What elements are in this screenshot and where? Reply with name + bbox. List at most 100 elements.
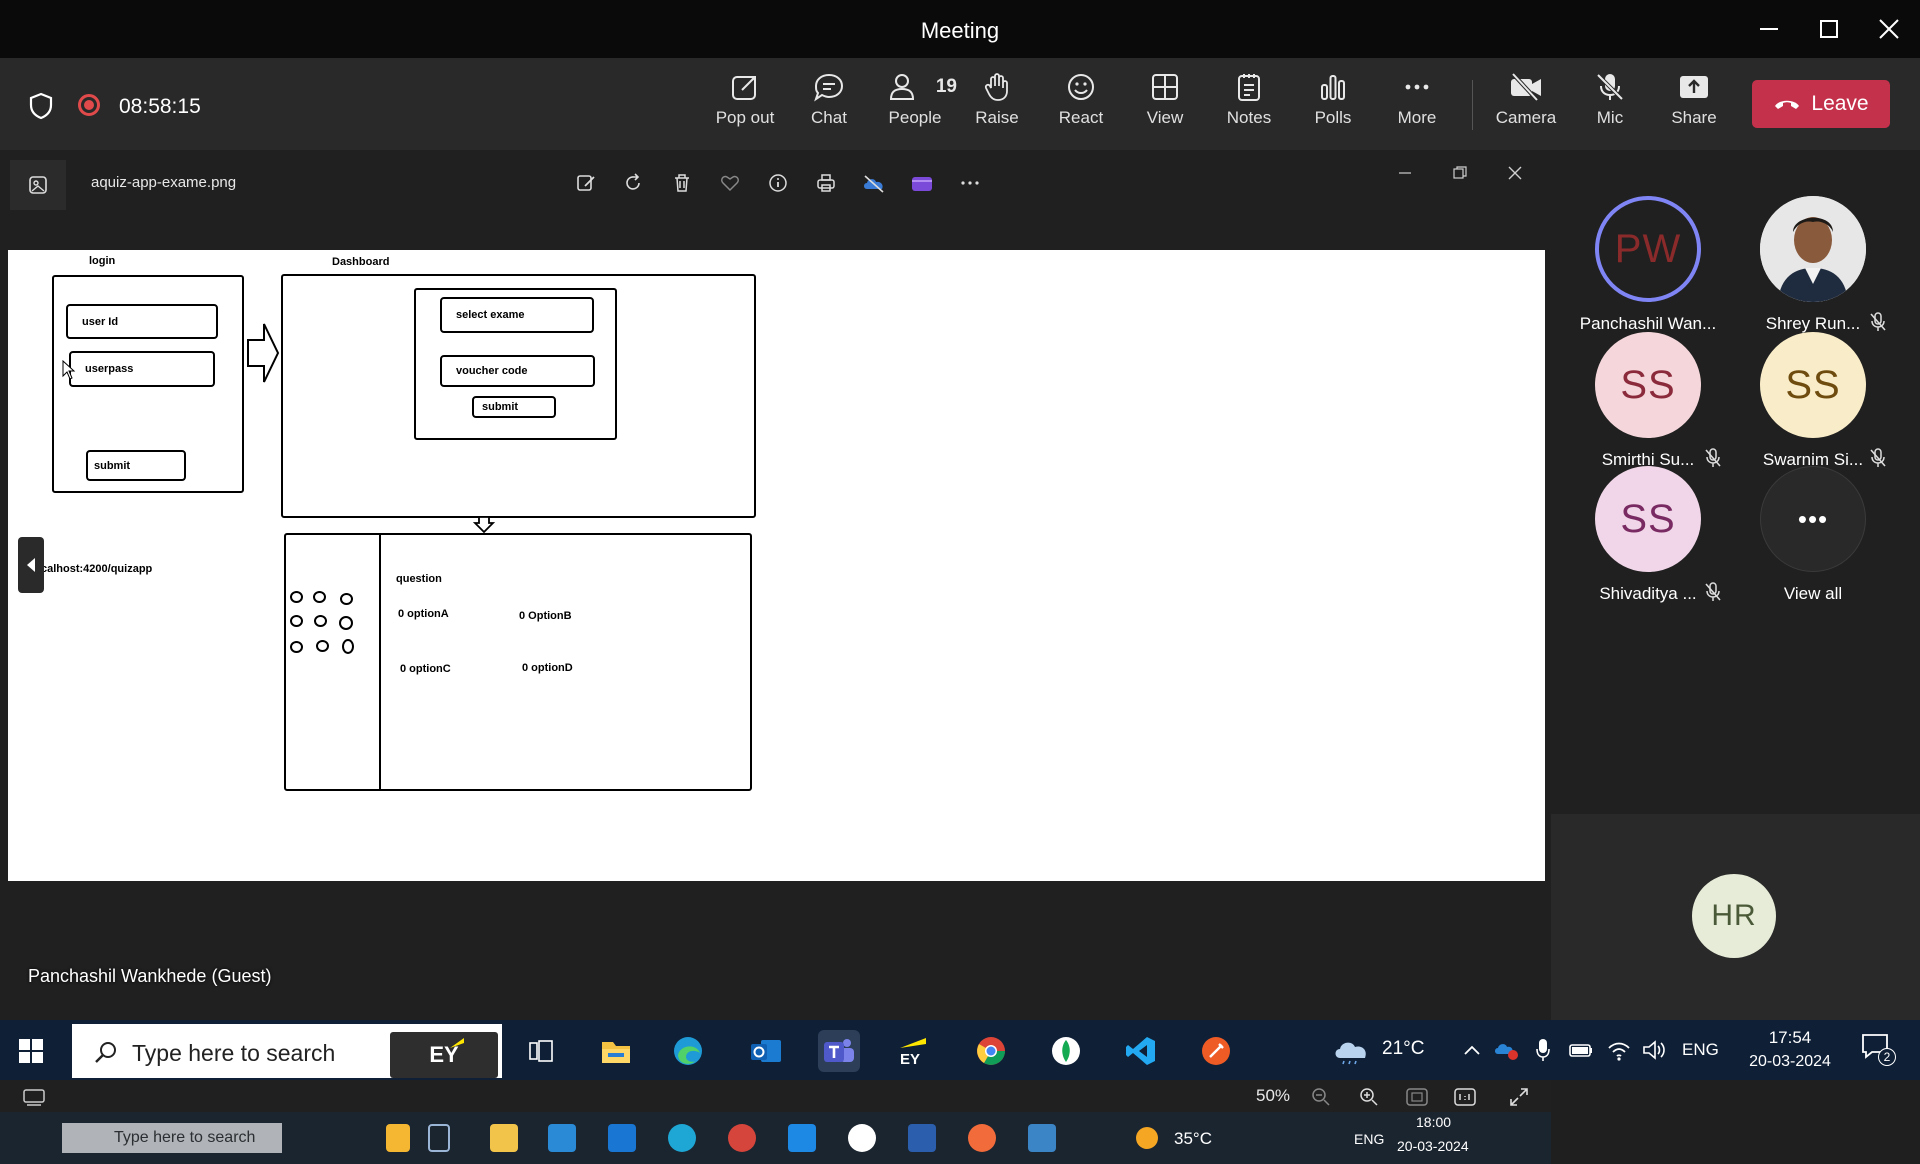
flow-arrow-down-icon (473, 516, 495, 534)
taskbar-search-input[interactable]: Type here to search EY (72, 1024, 502, 1078)
person-photo-icon (1760, 196, 1866, 302)
actual-size-button[interactable] (1452, 1084, 1478, 1110)
minimize-button[interactable] (1746, 10, 1792, 48)
raise-hand-button[interactable]: Raise (957, 72, 1037, 138)
onedrive-alert-icon[interactable] (1494, 1038, 1520, 1062)
mic-button[interactable]: Mic (1570, 72, 1650, 138)
close-window-button[interactable] (1866, 10, 1912, 48)
viewer-close-button[interactable] (1508, 164, 1522, 185)
avatar: SS (1595, 466, 1701, 572)
print-button[interactable] (812, 170, 840, 196)
chat-button[interactable]: Chat (789, 72, 869, 138)
chevron-left-icon (27, 558, 35, 572)
avatar: SS (1595, 332, 1701, 438)
os-taskbar: Type here to search EY EY 21°C ENG 17:54… (0, 1020, 1920, 1080)
search-placeholder: Type here to search (132, 1040, 336, 1066)
people-button[interactable]: 19 People (873, 72, 957, 138)
chrome-button[interactable] (970, 1030, 1012, 1072)
image-filename: aquiz-app-exame.png (91, 174, 237, 191)
microphone-icon[interactable] (1535, 1037, 1551, 1063)
edit-icon (577, 175, 595, 191)
option-circle-icon (339, 616, 353, 630)
maximize-button[interactable] (1806, 10, 1852, 48)
participants-panel: PW Panchashil Wan... Shrey Run... SS Smi… (1551, 150, 1920, 1040)
file-info-button[interactable] (764, 170, 792, 196)
viewer-restore-button[interactable] (1453, 164, 1467, 185)
vscode-button[interactable] (1120, 1030, 1162, 1072)
sun-icon (1136, 1127, 1158, 1149)
zoom-out-icon (1312, 1088, 1330, 1106)
favorite-button[interactable] (716, 170, 744, 196)
see-more-button[interactable] (956, 170, 984, 196)
participant-video-tile[interactable]: HR (1551, 814, 1920, 1040)
polls-button[interactable]: Polls (1293, 72, 1373, 138)
share-button[interactable]: Share (1654, 72, 1734, 138)
camera-button[interactable]: Camera (1486, 72, 1566, 138)
clock-time: 17:54 (1768, 1028, 1812, 1047)
edge-icon (674, 1037, 702, 1065)
participant-tile[interactable]: PW Panchashil Wan... (1568, 196, 1728, 334)
fit-icon (1406, 1088, 1428, 1106)
chevron-up-icon[interactable] (1463, 1044, 1481, 1056)
rotate-button[interactable] (620, 170, 648, 196)
wifi-icon[interactable] (1606, 1038, 1632, 1062)
mongodb-compass-button[interactable] (1045, 1030, 1087, 1072)
outlook-button[interactable] (745, 1030, 787, 1072)
quiz-divider (379, 535, 381, 789)
raise-label: Raise (975, 108, 1019, 127)
edit-image-button[interactable] (572, 170, 600, 196)
notes-button[interactable]: Notes (1209, 72, 1289, 138)
restore-icon (1453, 166, 1467, 179)
zoom-in-button[interactable] (1356, 1084, 1382, 1110)
shared-date: 20-03-2024 (1397, 1138, 1469, 1154)
leave-label: Leave (1811, 92, 1869, 115)
react-button[interactable]: React (1041, 72, 1121, 138)
avatar: PW (1595, 196, 1701, 302)
volume-icon[interactable] (1641, 1038, 1667, 1062)
filmstrip-button[interactable] (21, 1084, 47, 1110)
zoom-out-button[interactable] (1308, 1084, 1334, 1110)
window-title-bar: Meeting (0, 0, 1920, 58)
vscode-icon (1126, 1037, 1155, 1065)
participant-tile[interactable]: Shrey Run... (1733, 196, 1893, 334)
viewer-minimize-button[interactable] (1398, 164, 1412, 185)
delete-button[interactable] (668, 170, 696, 196)
ey-app-button[interactable]: EY (892, 1030, 934, 1072)
clipchamp-button[interactable] (908, 170, 936, 196)
file-explorer-button[interactable] (595, 1030, 637, 1072)
language-indicator[interactable]: ENG (1682, 1040, 1719, 1060)
edge-button[interactable] (667, 1030, 709, 1072)
mail-icon (608, 1124, 636, 1152)
outlook-icon (751, 1040, 781, 1062)
notes-label: Notes (1226, 108, 1272, 127)
collapse-panel-button[interactable] (18, 537, 44, 593)
onedrive-button[interactable] (860, 170, 888, 196)
teams-button[interactable] (818, 1030, 860, 1072)
fullscreen-button[interactable] (1506, 1084, 1532, 1110)
view-all-button[interactable]: ••• View all (1733, 466, 1893, 604)
participant-tile[interactable]: SS Swarnim Si... (1733, 332, 1893, 470)
chat-icon (814, 73, 844, 102)
taskbar-clock[interactable]: 17:54 20-03-2024 (1740, 1026, 1840, 1074)
popout-button[interactable]: Pop out (705, 72, 785, 138)
image-viewer-app-button[interactable] (10, 160, 66, 210)
folder-icon (602, 1042, 630, 1063)
more-button[interactable]: More (1377, 72, 1457, 138)
ey-app-icon: EY (900, 1038, 926, 1066)
hang-up-icon (1775, 100, 1800, 109)
rotate-icon (626, 173, 640, 190)
task-view-button[interactable] (520, 1030, 562, 1072)
notifications-button[interactable]: 2 (1860, 1032, 1896, 1068)
battery-icon[interactable] (1568, 1040, 1594, 1060)
fit-to-window-button[interactable] (1404, 1084, 1430, 1110)
windows-start-icon[interactable] (18, 1038, 44, 1064)
mouse-cursor-icon (62, 360, 76, 380)
leave-button[interactable]: Leave (1752, 80, 1890, 128)
participant-tile[interactable]: SS Smirthi Su... (1568, 332, 1728, 470)
heart-icon (721, 175, 739, 192)
vscode-icon (788, 1124, 816, 1152)
participant-tile[interactable]: SS Shivaditya ... (1568, 466, 1728, 604)
mic-off-icon (1870, 448, 1886, 467)
postman-button[interactable] (1195, 1030, 1237, 1072)
view-button[interactable]: View (1125, 72, 1205, 138)
